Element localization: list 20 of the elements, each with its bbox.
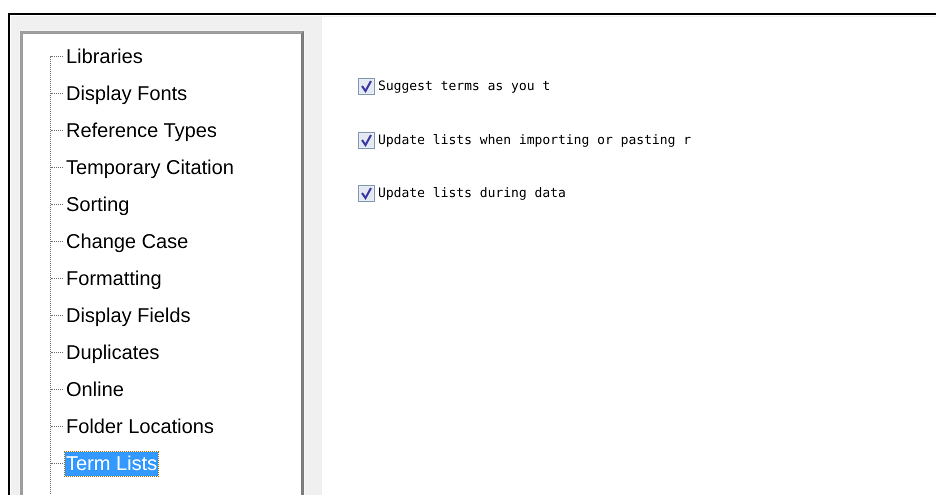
tree-item[interactable]: Change Case (65, 230, 190, 254)
checkbox[interactable] (358, 78, 375, 96)
tree-item[interactable]: Libraries (65, 44, 144, 68)
tree-item[interactable]: Display Fields (65, 304, 192, 328)
tree-item[interactable]: Temporary Citation (65, 156, 235, 180)
option-label: Update lists during data (378, 185, 566, 203)
checkmark-icon (360, 134, 373, 147)
option-label: Suggest terms as you t (378, 78, 550, 96)
checkmark-icon (360, 187, 373, 200)
tree-item[interactable]: Display Fonts (65, 82, 188, 106)
tree-item[interactable]: Online (65, 378, 125, 402)
option-label: Update lists when importing or pasting r (378, 132, 692, 150)
tree-item[interactable]: Reference Types (65, 118, 218, 142)
checkbox[interactable] (358, 185, 375, 202)
tree-item[interactable]: Duplicates (65, 340, 160, 364)
tree-item[interactable]: Formatting (65, 266, 163, 290)
checkbox[interactable] (358, 132, 375, 149)
tree-item[interactable]: Sorting (65, 192, 130, 216)
tree-item[interactable]: Folder Locations (65, 414, 215, 438)
checkmark-icon (360, 80, 373, 94)
